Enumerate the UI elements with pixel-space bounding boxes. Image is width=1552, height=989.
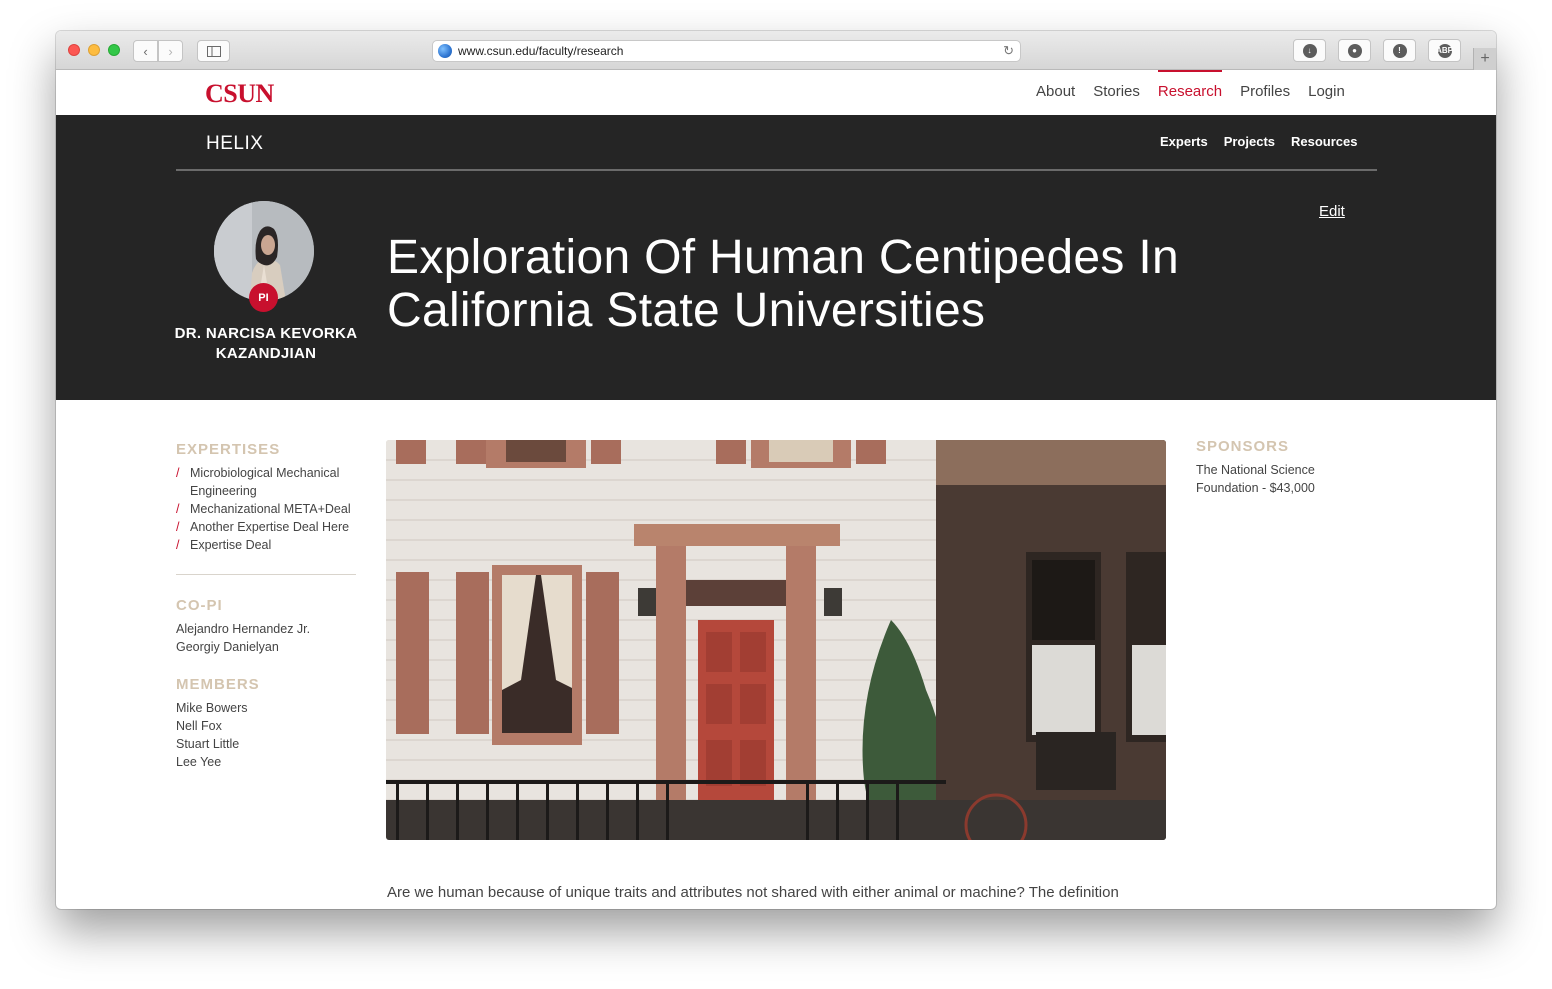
expertise-list: / Microbiological Mechanical Engineering … bbox=[176, 464, 356, 554]
copi-heading: CO-PI bbox=[176, 597, 223, 614]
sub-nav-resources[interactable]: Resources bbox=[1291, 134, 1357, 149]
expertise-label: Microbiological Mechanical Engineering bbox=[190, 466, 340, 498]
pi-name[interactable]: DR. NARCISA KEVORKA KAZANDJIAN bbox=[161, 324, 371, 364]
pi-badge: PI bbox=[249, 283, 278, 312]
copi-name[interactable]: Alejandro Hernandez Jr. bbox=[176, 620, 356, 638]
slash-icon: / bbox=[176, 466, 180, 480]
expertise-label: Another Expertise Deal Here bbox=[190, 520, 350, 534]
github-icon: ● bbox=[1347, 43, 1362, 58]
downloads-button[interactable]: ↓ bbox=[1293, 39, 1326, 62]
close-window-button[interactable] bbox=[68, 44, 80, 56]
project-sidebar: EXPERTISES / Microbiological Mechanical E… bbox=[176, 441, 356, 771]
slash-icon: / bbox=[176, 520, 180, 534]
project-hero: HELIX Experts Projects Resources PI DR. … bbox=[56, 115, 1496, 400]
nav-stories[interactable]: Stories bbox=[1093, 70, 1140, 115]
expertise-item[interactable]: / Expertise Deal bbox=[176, 536, 356, 554]
edit-project-link[interactable]: Edit bbox=[1319, 203, 1345, 220]
sponsors-heading: SPONSORS bbox=[1196, 438, 1290, 455]
chevron-left-icon: ‹ bbox=[143, 43, 148, 59]
hero-divider bbox=[176, 169, 1377, 171]
sidebar-toggle-button[interactable] bbox=[197, 40, 230, 62]
sponsors-sidebar: SPONSORS The National Science Foundation… bbox=[1196, 438, 1366, 497]
sidebar-icon bbox=[206, 45, 221, 57]
townhouse-photo bbox=[386, 440, 1166, 840]
project-title: Exploration Of Human Centipedes In Calif… bbox=[387, 231, 1179, 337]
nav-profiles[interactable]: Profiles bbox=[1240, 70, 1290, 115]
members-list: Mike Bowers Nell Fox Stuart Little Lee Y… bbox=[176, 699, 356, 771]
url-text: www.csun.edu/faculty/research bbox=[458, 44, 624, 58]
sub-nav-projects[interactable]: Projects bbox=[1224, 134, 1275, 149]
forward-button[interactable]: › bbox=[158, 40, 183, 62]
sidebar-divider bbox=[176, 574, 356, 575]
nav-login[interactable]: Login bbox=[1308, 70, 1345, 115]
members-heading: MEMBERS bbox=[176, 676, 260, 693]
expertise-label: Mechanizational META+Deal bbox=[190, 502, 351, 516]
adblock-extension-button[interactable]: ABP bbox=[1428, 39, 1461, 62]
csun-logo[interactable]: CSUN bbox=[205, 79, 274, 109]
download-icon: ↓ bbox=[1302, 43, 1317, 58]
copi-list: Alejandro Hernandez Jr. Georgiy Danielya… bbox=[176, 620, 356, 656]
helix-title[interactable]: HELIX bbox=[206, 133, 263, 155]
password-extension-button[interactable]: ! bbox=[1383, 39, 1416, 62]
member-name[interactable]: Lee Yee bbox=[176, 753, 356, 771]
nav-research[interactable]: Research bbox=[1157, 70, 1223, 115]
zoom-window-button[interactable] bbox=[108, 44, 120, 56]
reload-icon[interactable]: ↻ bbox=[1003, 43, 1014, 59]
member-name[interactable]: Nell Fox bbox=[176, 717, 356, 735]
project-description: Are we human because of unique traits an… bbox=[387, 884, 1119, 901]
back-button[interactable]: ‹ bbox=[133, 40, 158, 62]
member-name[interactable]: Mike Bowers bbox=[176, 699, 356, 717]
chevron-right-icon: › bbox=[168, 43, 173, 59]
slash-icon: / bbox=[176, 538, 180, 552]
address-bar[interactable]: www.csun.edu/faculty/research ↻ bbox=[432, 40, 1021, 62]
slash-icon: / bbox=[176, 502, 180, 516]
member-name[interactable]: Stuart Little bbox=[176, 735, 356, 753]
new-tab-button[interactable]: + bbox=[1473, 48, 1496, 70]
expertise-item[interactable]: / Mechanizational META+Deal bbox=[176, 500, 356, 518]
project-cover-image bbox=[386, 440, 1166, 840]
browser-window: ‹ › www.csun.edu/faculty/research ↻ ↓ ● … bbox=[56, 31, 1496, 909]
globe-icon bbox=[438, 44, 452, 58]
github-extension-button[interactable]: ● bbox=[1338, 39, 1371, 62]
site-header: CSUN About Stories Research Profiles Log… bbox=[56, 70, 1496, 115]
expertise-item[interactable]: / Another Expertise Deal Here bbox=[176, 518, 356, 536]
expertise-item[interactable]: / Microbiological Mechanical Engineering bbox=[176, 464, 356, 500]
expertises-heading: EXPERTISES bbox=[176, 441, 281, 458]
minimize-window-button[interactable] bbox=[88, 44, 100, 56]
sub-nav-experts[interactable]: Experts bbox=[1160, 134, 1208, 149]
main-nav: About Stories Research Profiles Login bbox=[1036, 70, 1363, 115]
copi-name[interactable]: Georgiy Danielyan bbox=[176, 638, 356, 656]
adblock-icon: ABP bbox=[1436, 43, 1453, 58]
password-manager-icon: ! bbox=[1392, 43, 1407, 58]
nav-about[interactable]: About bbox=[1036, 70, 1075, 115]
sponsor-entry[interactable]: The National Science Foundation - $43,00… bbox=[1196, 461, 1366, 497]
browser-toolbar: ‹ › www.csun.edu/faculty/research ↻ ↓ ● … bbox=[56, 31, 1496, 70]
plus-icon: + bbox=[1480, 50, 1490, 67]
helix-sub-nav: Experts Projects Resources bbox=[1160, 134, 1374, 149]
expertise-label: Expertise Deal bbox=[190, 538, 272, 552]
